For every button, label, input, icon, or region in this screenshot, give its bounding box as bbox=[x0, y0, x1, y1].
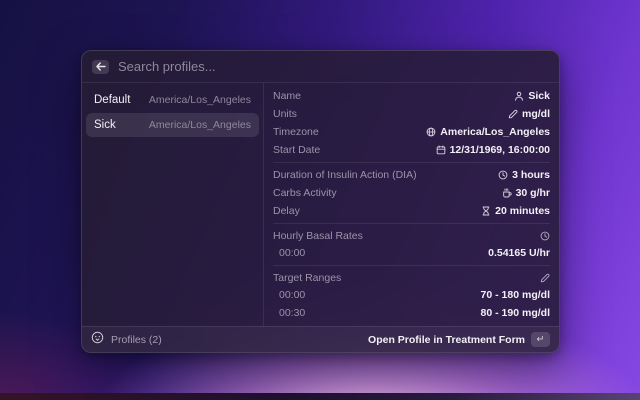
person-icon bbox=[514, 91, 524, 101]
basal-time: 00:00 bbox=[273, 247, 305, 259]
detail-row-dia: Duration of Insulin Action (DIA) 3 hours bbox=[273, 166, 550, 184]
detail-row-start-date: Start Date 12/31/1969, 16:00:00 bbox=[273, 141, 550, 159]
enter-key-icon: ↵ bbox=[531, 332, 550, 347]
row-value: Sick bbox=[528, 90, 550, 102]
row-label: Duration of Insulin Action (DIA) bbox=[273, 169, 417, 181]
footer-bar: Profiles (2) Open Profile in Treatment F… bbox=[82, 326, 559, 352]
detail-row-timezone: Timezone America/Los_Angeles bbox=[273, 123, 550, 141]
globe-icon bbox=[426, 127, 436, 137]
detail-row-units: Units mg/dl bbox=[273, 105, 550, 123]
profile-timezone: America/Los_Angeles bbox=[149, 94, 251, 106]
desktop-dock-strip bbox=[0, 393, 640, 400]
section-divider bbox=[273, 223, 550, 224]
clock-icon bbox=[498, 170, 508, 180]
calendar-icon bbox=[436, 145, 446, 155]
row-label: Carbs Activity bbox=[273, 187, 337, 199]
row-value: 30 g/hr bbox=[516, 187, 550, 199]
target-time: 00:30 bbox=[273, 307, 305, 319]
primary-action-label: Open Profile in Treatment Form bbox=[368, 334, 525, 346]
detail-row-delay: Delay 20 minutes bbox=[273, 202, 550, 220]
row-value: 20 minutes bbox=[495, 205, 550, 217]
search-input[interactable] bbox=[118, 59, 549, 74]
basal-section-header: Hourly Basal Rates bbox=[273, 227, 550, 244]
search-header bbox=[82, 51, 559, 83]
profile-name: Default bbox=[94, 94, 130, 106]
footer-source-label: Profiles (2) bbox=[111, 334, 162, 346]
primary-action[interactable]: Open Profile in Treatment Form ↵ bbox=[368, 332, 550, 347]
profile-detail-panel: Name Sick Units bbox=[264, 83, 559, 326]
section-title: Hourly Basal Rates bbox=[273, 230, 363, 242]
row-value: mg/dl bbox=[522, 108, 550, 120]
target-row: 00:00 70 - 180 mg/dl bbox=[273, 286, 550, 304]
hourglass-icon bbox=[481, 206, 491, 216]
clock-icon bbox=[540, 231, 550, 241]
row-label: Start Date bbox=[273, 144, 320, 156]
list-item-sick[interactable]: Sick America/Los_Angeles bbox=[86, 113, 259, 137]
row-value: America/Los_Angeles bbox=[440, 126, 550, 138]
target-row: 00:30 80 - 190 mg/dl bbox=[273, 304, 550, 322]
arrow-left-icon bbox=[96, 62, 106, 71]
pencil-icon bbox=[540, 273, 550, 283]
profile-name: Sick bbox=[94, 119, 116, 131]
target-value: 80 - 190 mg/dl bbox=[481, 307, 550, 319]
row-value: 12/31/1969, 16:00:00 bbox=[450, 144, 550, 156]
main-content: Default America/Los_Angeles Sick America… bbox=[82, 83, 559, 326]
row-label: Timezone bbox=[273, 126, 319, 138]
detail-row-carbs: Carbs Activity 30 g/hr bbox=[273, 184, 550, 202]
section-divider bbox=[273, 162, 550, 163]
basal-row: 00:00 0.54165 U/hr bbox=[273, 244, 550, 262]
back-button[interactable] bbox=[92, 60, 109, 74]
profile-list: Default America/Los_Angeles Sick America… bbox=[82, 83, 264, 326]
row-label: Units bbox=[273, 108, 297, 120]
section-title: Target Ranges bbox=[273, 272, 341, 284]
pencil-icon bbox=[508, 109, 518, 119]
row-value: 3 hours bbox=[512, 169, 550, 181]
basal-value: 0.54165 U/hr bbox=[488, 247, 550, 259]
detail-row-name: Name Sick bbox=[273, 87, 550, 105]
section-divider bbox=[273, 265, 550, 266]
row-label: Name bbox=[273, 90, 301, 102]
target-value: 70 - 180 mg/dl bbox=[481, 289, 550, 301]
row-label: Delay bbox=[273, 205, 300, 217]
target-section-header: Target Ranges bbox=[273, 269, 550, 286]
target-time: 00:00 bbox=[273, 289, 305, 301]
profile-timezone: America/Los_Angeles bbox=[149, 119, 251, 131]
list-item-default[interactable]: Default America/Los_Angeles bbox=[86, 88, 259, 112]
footer-source: Profiles (2) bbox=[91, 331, 162, 349]
profile-search-window: Default America/Los_Angeles Sick America… bbox=[81, 50, 560, 353]
owl-logo-icon bbox=[91, 331, 104, 349]
mug-icon bbox=[502, 188, 512, 198]
